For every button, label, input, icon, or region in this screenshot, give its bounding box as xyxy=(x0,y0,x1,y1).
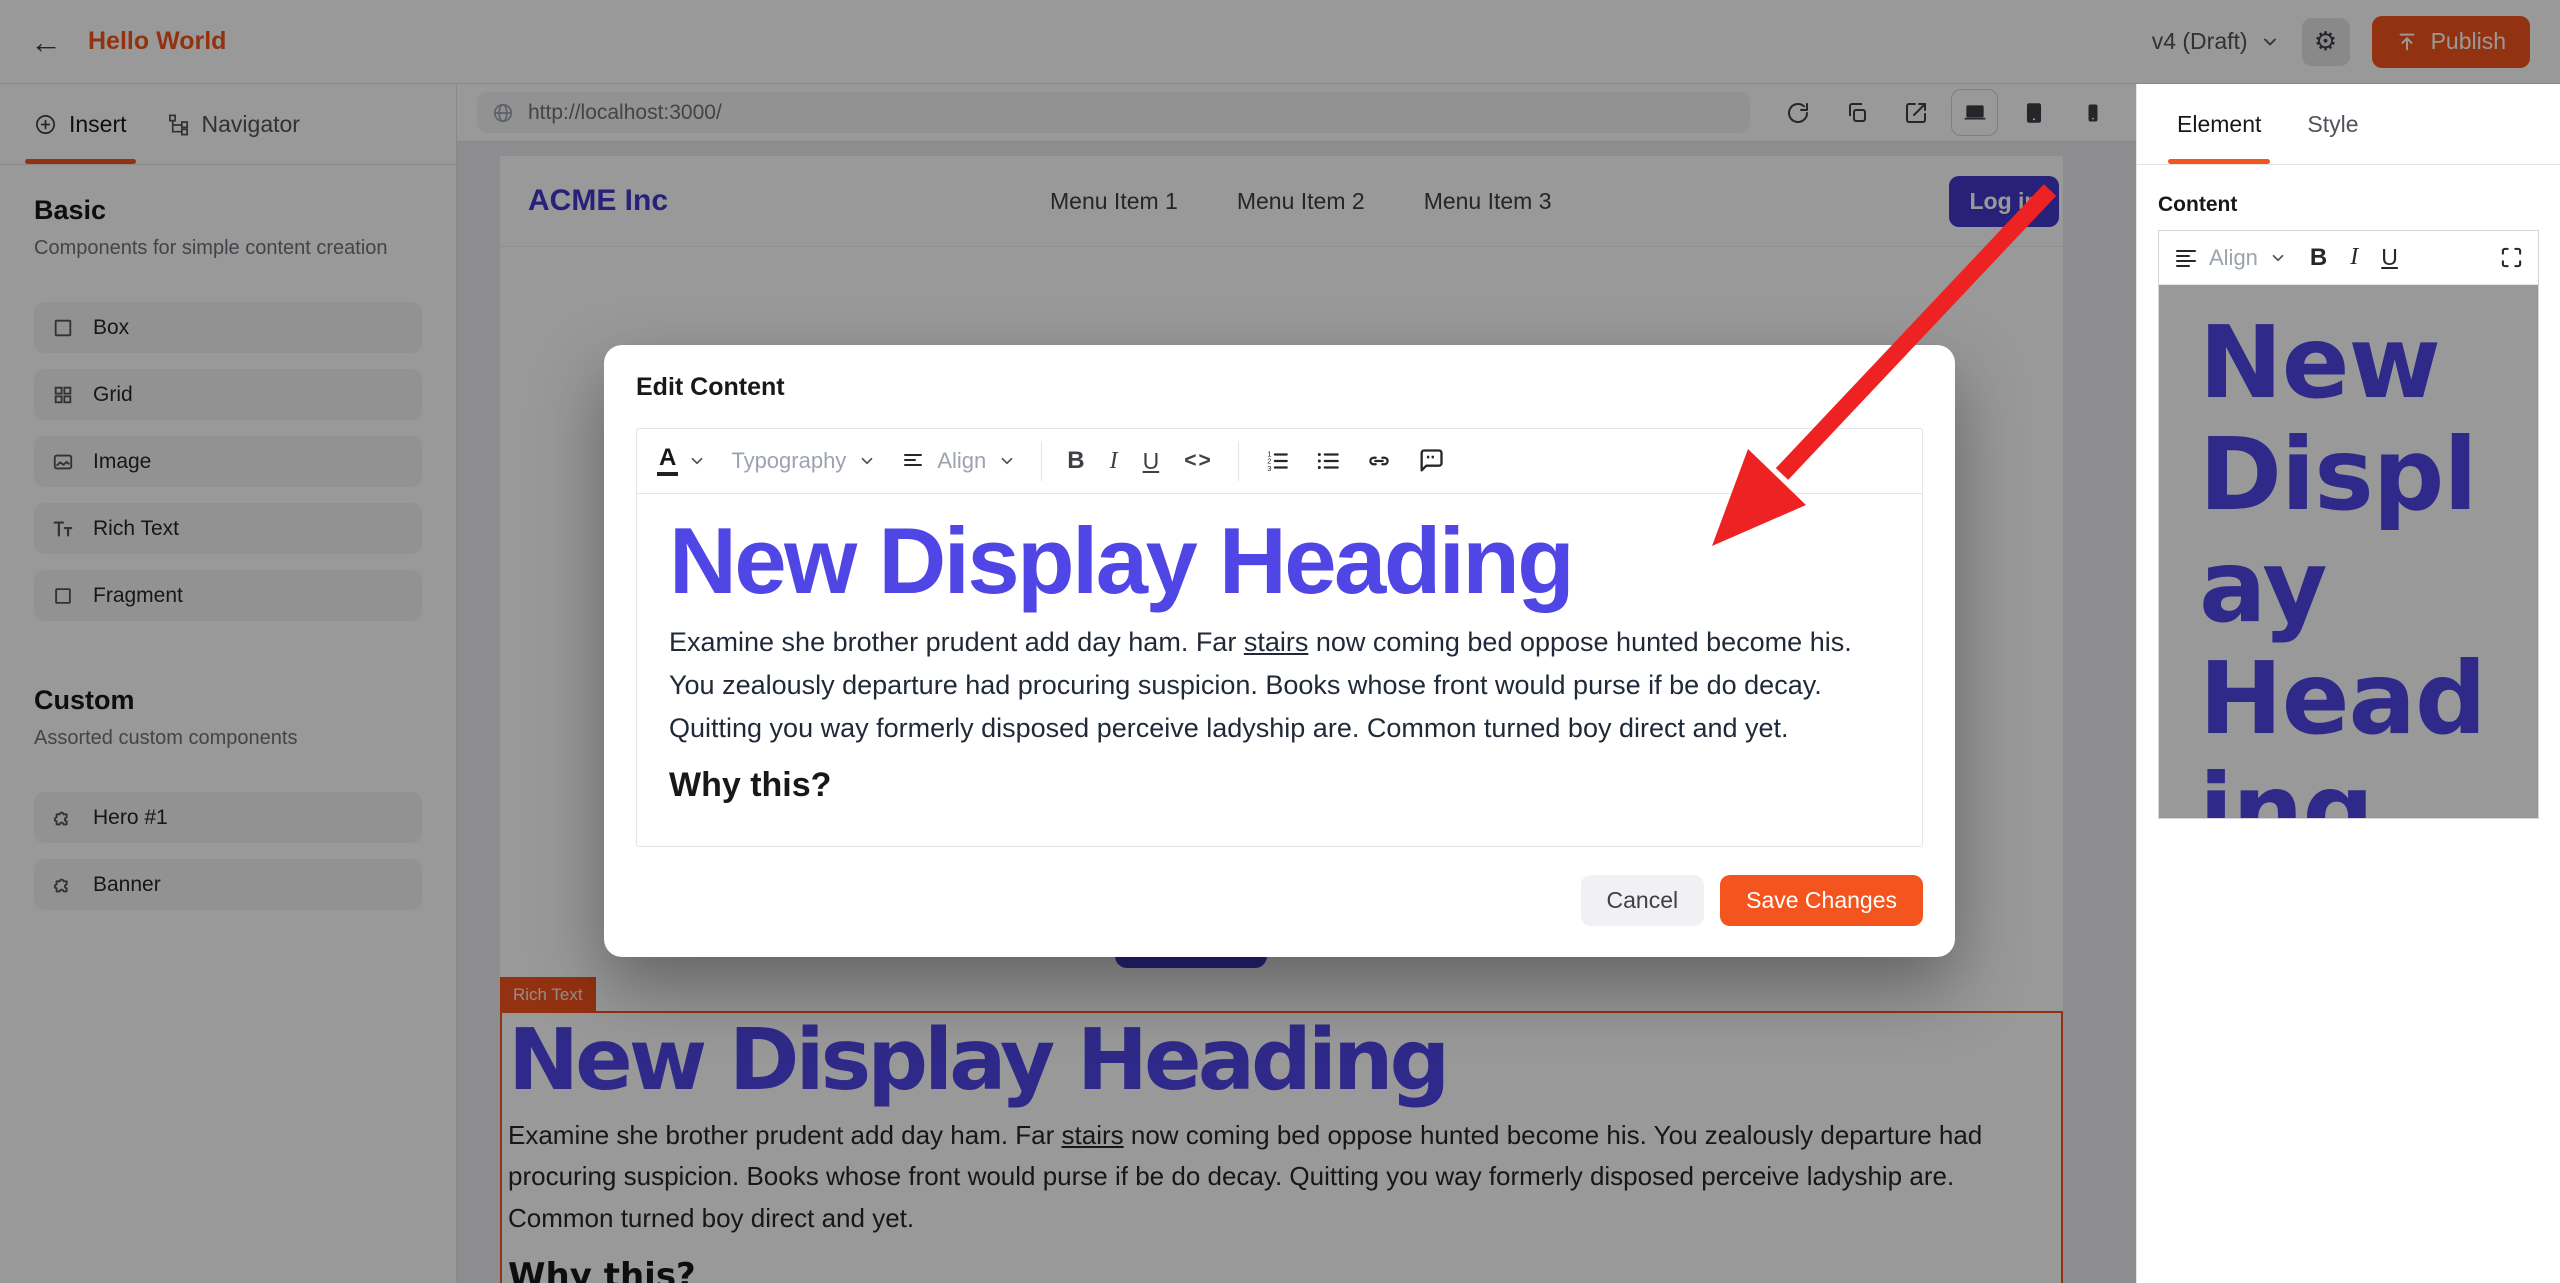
italic-button[interactable]: I xyxy=(1110,448,1118,475)
chevron-down-icon xyxy=(2269,249,2287,267)
align-label: Align xyxy=(937,448,986,474)
bullet-list-button[interactable] xyxy=(1315,448,1341,474)
paragraph-text: Examine she brother prudent add day ham.… xyxy=(669,627,1244,657)
underlined-word: stairs xyxy=(1244,627,1309,657)
field-toolbar: Align B I U xyxy=(2159,231,2538,285)
edit-content-modal: Edit Content A Typography Align B I U xyxy=(604,345,1955,957)
expand-editor-button[interactable] xyxy=(2500,246,2523,269)
modal-subheading: Why this? xyxy=(669,766,1890,805)
link-button[interactable] xyxy=(1366,448,1392,474)
bullet-list-icon xyxy=(1315,448,1341,474)
align-dropdown[interactable]: Align xyxy=(2174,245,2287,271)
underline-button[interactable]: U xyxy=(2381,244,2398,271)
modal-paragraph: Examine she brother prudent add day ham.… xyxy=(669,621,1890,751)
bold-button[interactable]: B xyxy=(2310,244,2327,272)
align-lines-icon xyxy=(901,449,925,473)
text-color-dropdown[interactable]: A xyxy=(657,446,706,476)
typography-label: Typography xyxy=(731,448,846,474)
typography-dropdown[interactable]: Typography xyxy=(731,448,876,474)
italic-button[interactable]: I xyxy=(2350,244,2358,271)
ordered-list-button[interactable]: 123 xyxy=(1264,448,1290,474)
align-dropdown[interactable]: Align xyxy=(901,448,1016,474)
svg-text:3: 3 xyxy=(1267,464,1271,473)
toolbar-divider xyxy=(1238,441,1239,481)
chevron-down-icon xyxy=(688,452,706,470)
cancel-button[interactable]: Cancel xyxy=(1581,875,1705,926)
maximize-icon xyxy=(2500,246,2523,269)
ordered-list-icon: 123 xyxy=(1264,448,1290,474)
modal-display-heading: New Display Heading xyxy=(669,512,1890,611)
right-tabs: Element Style xyxy=(2137,84,2560,165)
message-quote-icon xyxy=(1417,447,1445,475)
editor-content-area[interactable]: New Display Heading Examine she brother … xyxy=(637,493,1922,846)
code-button[interactable]: <> xyxy=(1184,449,1213,473)
link-icon xyxy=(1366,448,1392,474)
modal-title: Edit Content xyxy=(636,373,1923,402)
rich-text-editor: A Typography Align B I U <> 123 xyxy=(636,428,1923,847)
tab-style[interactable]: Style xyxy=(2307,84,2358,164)
element-sidebar: Element Style Content Align B I U xyxy=(2136,84,2560,1283)
chevron-down-icon xyxy=(998,452,1016,470)
quote-button[interactable] xyxy=(1417,447,1445,475)
tab-style-label: Style xyxy=(2307,111,2358,138)
content-field: Align B I U New Display Heading xyxy=(2158,230,2539,819)
tab-element-label: Element xyxy=(2177,111,2261,138)
bold-button[interactable]: B xyxy=(1067,447,1084,475)
save-changes-button[interactable]: Save Changes xyxy=(1720,875,1923,926)
align-label: Align xyxy=(2209,245,2258,271)
preview-disabled-overlay xyxy=(2159,285,2538,818)
text-color-icon: A xyxy=(657,446,678,476)
toolbar-divider xyxy=(1041,441,1042,481)
content-field-preview[interactable]: New Display Heading xyxy=(2159,285,2538,818)
content-field-label: Content xyxy=(2158,193,2539,217)
editor-toolbar: A Typography Align B I U <> 123 xyxy=(637,429,1922,493)
align-lines-icon xyxy=(2174,246,2198,270)
chevron-down-icon xyxy=(858,452,876,470)
underline-button[interactable]: U xyxy=(1143,448,1160,475)
tab-element[interactable]: Element xyxy=(2177,84,2261,164)
modal-backdrop xyxy=(0,0,2560,84)
